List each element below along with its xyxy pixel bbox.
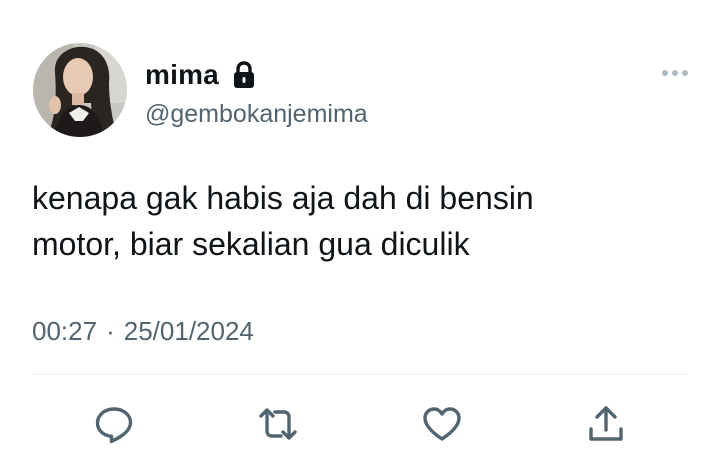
handle[interactable]: @gembokanjemima [145,98,368,130]
display-name[interactable]: mima [145,57,219,93]
tweet-text-line: motor, biar sekalian gua diculik [32,226,470,262]
tweet-text: kenapa gak habis aja dah di bensin motor… [32,175,682,267]
author-row: mima [145,57,257,93]
divider [32,374,688,375]
meta-separator: · [106,316,115,346]
avatar[interactable] [33,43,127,137]
like-button[interactable] [420,402,464,446]
more-horizontal-icon[interactable] [660,66,690,80]
tweet-timestamp: 00:27 · 25/01/2024 [32,314,254,348]
reply-button[interactable] [92,402,136,446]
heart-icon [423,407,461,441]
share-button[interactable] [584,402,628,446]
lock-icon [231,60,257,90]
tweet-date[interactable]: 25/01/2024 [124,314,254,348]
retweet-icon [259,408,297,440]
retweet-button[interactable] [256,402,300,446]
reply-icon [95,407,133,444]
share-icon [589,406,623,441]
tweet-time[interactable]: 00:27 [32,314,97,348]
tweet-text-line: kenapa gak habis aja dah di bensin [32,180,534,216]
